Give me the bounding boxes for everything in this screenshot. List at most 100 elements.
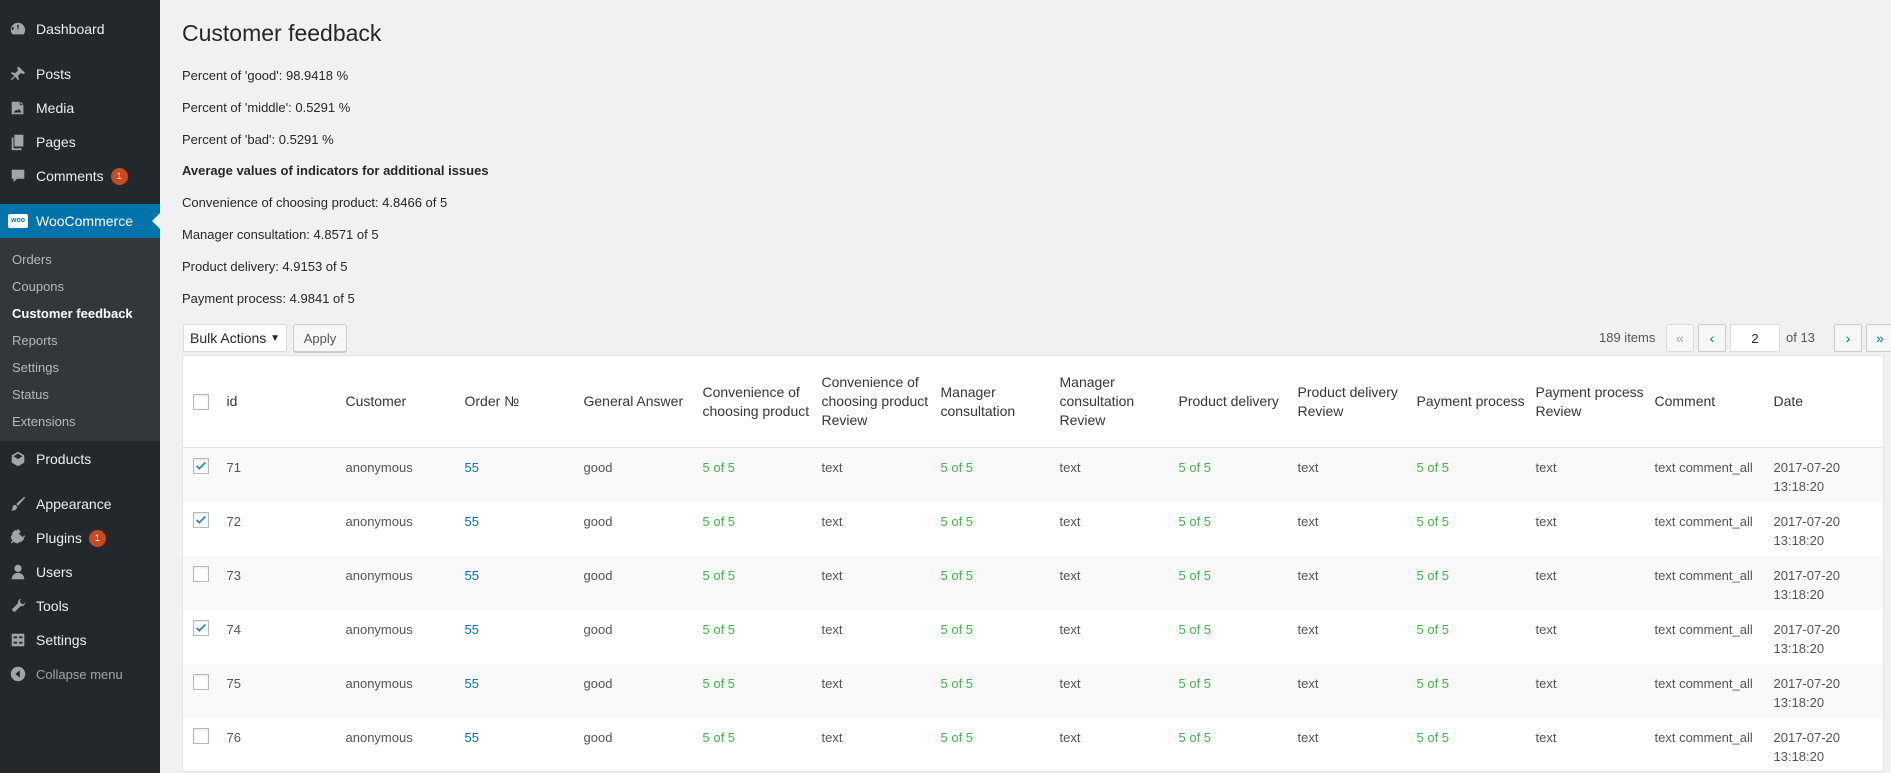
cell-payment-process-review: text [1535, 675, 1557, 691]
submenu-settings[interactable]: Settings [12, 360, 59, 375]
media-icon [0, 99, 36, 117]
row-checkbox[interactable] [193, 458, 209, 474]
row-checkbox[interactable] [193, 727, 209, 744]
menu-tools[interactable]: Tools [0, 589, 160, 623]
column-header-date[interactable]: Date [1773, 355, 1884, 448]
cell-order[interactable]: 55 [465, 610, 584, 664]
submenu-orders[interactable]: Orders [12, 252, 52, 267]
column-header-id[interactable]: id [226, 355, 346, 448]
submenu-extensions[interactable]: Extensions [12, 414, 76, 429]
cell-product-delivery: 5 of 5 [1178, 513, 1212, 529]
row-select-cell [183, 718, 227, 772]
submenu-status[interactable]: Status [12, 387, 49, 402]
row-checkbox[interactable] [193, 619, 209, 636]
cell-manager-consultation: 5 of 5 [940, 513, 974, 529]
column-header-order[interactable]: Order № [464, 355, 584, 448]
submenu-reports[interactable]: Reports [12, 333, 58, 348]
menu-comments[interactable]: Comments 1 [0, 159, 160, 193]
column-header-manager-consultation-review[interactable]: Manager consultation Review [1059, 355, 1179, 448]
averages-heading: Average values of indicators for additio… [182, 163, 489, 178]
apply-button[interactable]: Apply [293, 324, 347, 352]
bulk-actions-select[interactable]: Bulk Actions ▼ [183, 324, 287, 352]
menu-plugins[interactable]: Plugins 1 [0, 521, 160, 555]
cell-product-delivery-review: text [1297, 621, 1319, 637]
cell-convenience-review: text [821, 621, 843, 637]
select-all-checkbox[interactable] [193, 393, 209, 410]
menu-dashboard[interactable]: Dashboard [0, 12, 160, 46]
avg-payment-process: Payment process: 4.9841 of 5 [182, 291, 355, 306]
menu-posts[interactable]: Posts [0, 57, 160, 91]
cell-order[interactable]: 55 [465, 556, 584, 610]
cell-comment: text comment_all [1654, 729, 1753, 745]
cell-order[interactable]: 55 [465, 664, 584, 718]
menu-products[interactable]: Products [0, 442, 160, 476]
stat-middle: Percent of 'middle': 0.5291 % [182, 100, 351, 115]
cell-date: 2017-07-20 13:18:20 [1773, 675, 1841, 710]
column-header-product-delivery-review[interactable]: Product delivery Review [1297, 355, 1417, 448]
total-pages: of 13 [1786, 330, 1815, 345]
row-checkbox[interactable] [193, 565, 209, 582]
row-select-cell [183, 556, 227, 610]
column-header-convenience[interactable]: Convenience of choosing product [702, 355, 822, 448]
table-row: 72 anonymous 55 good 5 of 5 text 5 of 5 text 5 o… [183, 502, 1884, 556]
menu-label: Comments [36, 168, 104, 184]
cell-general-answer: good [583, 460, 613, 475]
cell-order[interactable]: 55 [465, 448, 584, 502]
cell-convenience: 5 of 5 [702, 621, 736, 637]
cell-customer: anonymous [345, 567, 413, 583]
submenu-coupons[interactable]: Coupons [12, 279, 64, 294]
cell-product-delivery: 5 of 5 [1178, 460, 1212, 475]
row-checkbox[interactable] [193, 511, 209, 528]
cell-payment-process-review: text [1535, 729, 1557, 745]
cell-customer: anonymous [345, 513, 413, 529]
cell-order[interactable]: 55 [465, 502, 584, 556]
next-page-button[interactable]: › [1834, 324, 1862, 352]
column-header-customer[interactable]: Customer [345, 355, 465, 448]
collapse-icon [0, 665, 36, 683]
menu-pages[interactable]: Pages [0, 125, 160, 159]
cell-id: 71 [226, 460, 241, 475]
cell-manager-consultation: 5 of 5 [940, 675, 974, 691]
first-page-button[interactable]: « [1666, 324, 1694, 352]
collapse-menu-button[interactable]: Collapse menu [0, 657, 160, 691]
menu-users[interactable]: Users [0, 555, 160, 589]
menu-appearance[interactable]: Appearance [0, 487, 160, 521]
stat-good: Percent of 'good': 98.9418 % [182, 68, 349, 83]
cell-order[interactable]: 55 [465, 718, 584, 772]
last-page-button[interactable]: » [1866, 324, 1891, 352]
column-header-payment-process[interactable]: Payment process [1416, 355, 1536, 448]
dashboard-icon [0, 20, 36, 38]
cell-manager-consultation: 5 of 5 [940, 729, 974, 745]
cell-product-delivery: 5 of 5 [1178, 567, 1212, 583]
settings-icon [0, 631, 36, 649]
user-icon [0, 563, 36, 581]
column-header-payment-process-review[interactable]: Payment process Review [1535, 355, 1655, 448]
checkmark-icon [196, 623, 206, 632]
cell-date: 2017-07-20 13:18:20 [1773, 621, 1841, 656]
column-header-comment[interactable]: Comment [1654, 355, 1774, 448]
stat-bad: Percent of 'bad': 0.5291 % [182, 132, 334, 147]
submenu-customer-feedback[interactable]: Customer feedback [12, 306, 133, 321]
column-header-general-answer[interactable]: General Answer [583, 355, 703, 448]
page-title: Customer feedback [182, 20, 382, 46]
menu-woocommerce[interactable]: woo WooCommerce [0, 204, 160, 238]
column-header-product-delivery[interactable]: Product delivery [1178, 355, 1298, 448]
prev-page-button[interactable]: ‹ [1698, 324, 1726, 352]
menu-settings[interactable]: Settings [0, 623, 160, 657]
current-page-input[interactable]: 2 [1730, 324, 1780, 352]
cell-convenience: 5 of 5 [702, 567, 736, 583]
row-checkbox[interactable] [193, 673, 209, 690]
cell-general-answer: good [583, 729, 613, 745]
column-header-convenience-review[interactable]: Convenience of choosing product Review [821, 355, 941, 448]
cell-manager-consultation: 5 of 5 [940, 567, 974, 583]
cell-customer: anonymous [345, 729, 413, 745]
column-header-manager-consultation[interactable]: Manager consultation [940, 355, 1060, 448]
menu-media[interactable]: Media [0, 91, 160, 125]
row-select-cell [183, 448, 227, 502]
row-select-cell [183, 664, 227, 718]
table-row: 76 anonymous 55 good 5 of 5 text 5 of 5 text 5 o… [183, 718, 1884, 772]
cell-payment-process-review: text [1535, 621, 1557, 637]
cell-comment: text comment_all [1654, 513, 1753, 529]
menu-label: Posts [36, 66, 72, 82]
menu-label: Products [36, 451, 92, 467]
